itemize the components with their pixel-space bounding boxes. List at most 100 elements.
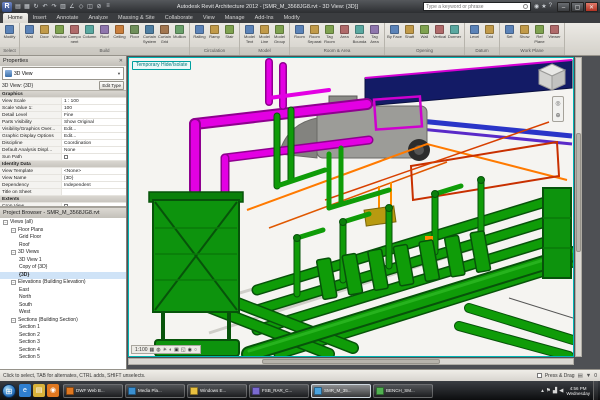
tool-curtain-grid[interactable]: Curtain Grid: [157, 24, 172, 44]
tool-ref-plane[interactable]: Ref Plane: [532, 24, 547, 44]
tree-expand-icon[interactable]: −: [11, 228, 16, 233]
tool-wall[interactable]: Wall: [22, 24, 37, 44]
tool-vertical[interactable]: Vertical: [432, 24, 447, 44]
property-row-graphic-display-options[interactable]: Graphic Display OptionsEdit...: [0, 133, 126, 140]
property-row-scale-value-1[interactable]: Scale Value 1:100: [0, 105, 126, 112]
ribbon-tab-analyze[interactable]: Analyze: [83, 13, 113, 23]
temp-hide-isolate-icon[interactable]: ◉: [188, 347, 192, 353]
sync-icon[interactable]: ↻: [32, 3, 40, 10]
property-row-parts-visibility[interactable]: Parts VisibilityShow Original: [0, 119, 126, 126]
steering-wheel-icon[interactable]: ◎: [555, 100, 560, 107]
horizontal-scroll-thumb[interactable]: [262, 359, 440, 364]
tool-level[interactable]: Level: [467, 24, 482, 44]
save-icon[interactable]: ▦: [23, 3, 31, 10]
taskbar-button-bench-sm[interactable]: BENCH_SM...: [373, 384, 433, 398]
property-checkbox[interactable]: [64, 155, 68, 159]
property-value[interactable]: [62, 203, 126, 206]
property-row-view-scale[interactable]: View Scale1 : 100: [0, 98, 126, 105]
chevron-down-icon[interactable]: ▼: [117, 71, 121, 76]
ribbon-tab-insert[interactable]: Insert: [28, 13, 52, 23]
tool-model-group[interactable]: Model Group: [272, 24, 287, 44]
tool-room-separator[interactable]: Room Separator: [307, 24, 322, 44]
reveal-hidden-icon[interactable]: ○: [194, 347, 197, 353]
ribbon-group-label-circulation[interactable]: Circulation: [190, 47, 239, 55]
search-input[interactable]: [426, 4, 523, 10]
property-value[interactable]: Coordination: [62, 140, 126, 146]
search-icon[interactable]: [523, 4, 528, 9]
property-row-view-template[interactable]: View Template<None>: [0, 168, 126, 175]
ribbon-tab-massing-site[interactable]: Massing & Site: [113, 13, 160, 23]
tool-model-line[interactable]: Model Line: [257, 24, 272, 44]
default-3d-view-icon[interactable]: ◫: [86, 3, 94, 10]
property-value[interactable]: Fine: [62, 112, 126, 118]
tool-area[interactable]: Area: [337, 24, 352, 44]
property-value[interactable]: Independent: [62, 182, 126, 188]
type-selector[interactable]: 3D View ▼: [2, 67, 124, 80]
edit-type-button[interactable]: Edit Type: [99, 81, 124, 90]
action-center-icon[interactable]: ⚑: [546, 388, 551, 394]
explorer-icon[interactable]: ▤: [33, 384, 45, 397]
tree-expand-icon[interactable]: −: [3, 220, 8, 225]
redo-icon[interactable]: ↷: [50, 3, 58, 10]
navigation-bar[interactable]: ◎ ⊕: [552, 96, 564, 122]
tree-item-3d-view-1[interactable]: 3D View 1: [0, 257, 126, 265]
tree-item-elevations-building-elevation[interactable]: −Elevations (Building Elevation): [0, 279, 126, 287]
properties-close-icon[interactable]: ✕: [119, 56, 123, 66]
media-player-icon[interactable]: ◉: [47, 384, 59, 397]
tool-roof[interactable]: Roof: [97, 24, 112, 44]
taskbar-button-windows-e[interactable]: Windows E...: [187, 384, 247, 398]
property-row-detail-level[interactable]: Detail LevelFine: [0, 112, 126, 119]
tree-item-roof[interactable]: Roof: [0, 242, 126, 250]
sign-in-icon[interactable]: ◉: [534, 3, 539, 10]
close-button[interactable]: ✕: [585, 2, 598, 12]
ribbon-group-label-opening[interactable]: Opening: [385, 47, 464, 55]
tree-item-north[interactable]: North: [0, 294, 126, 302]
tool-grid[interactable]: Grid: [482, 24, 497, 44]
tool-tag-room[interactable]: Tag Room: [322, 24, 337, 44]
ribbon-tab-manage[interactable]: Manage: [220, 13, 250, 23]
tree-item-sections-building-section[interactable]: −Sections (Building Section): [0, 317, 126, 325]
tool-shaft[interactable]: Shaft: [402, 24, 417, 44]
tool-window[interactable]: Window: [52, 24, 67, 44]
tool-ramp[interactable]: Ramp: [207, 24, 222, 44]
tool-set[interactable]: Set: [502, 24, 517, 44]
property-row-identity-data[interactable]: Identity Data: [0, 161, 126, 168]
detail-level-icon[interactable]: ▦: [150, 347, 155, 353]
tool-curtain-system[interactable]: Curtain System: [142, 24, 157, 44]
tool-mullion[interactable]: Mullion: [172, 24, 187, 44]
tool-component[interactable]: Component: [67, 24, 82, 44]
tool-dormer[interactable]: Dormer: [447, 24, 462, 44]
network-icon[interactable]: ▟: [553, 388, 557, 394]
tree-item-copy-of-3d[interactable]: Copy of {3D}: [0, 264, 126, 272]
scale-control[interactable]: 1:100: [135, 347, 148, 353]
taskbar-button-media-pla[interactable]: Media Pla...: [125, 384, 185, 398]
tree-item-east[interactable]: East: [0, 287, 126, 295]
open-icon[interactable]: ▤: [14, 3, 22, 10]
measure-icon[interactable]: ∠: [68, 3, 76, 10]
zoom-icon[interactable]: ⊕: [555, 112, 560, 119]
property-value[interactable]: [62, 189, 126, 195]
taskbar-clock[interactable]: 4:56 PM Wednesday: [566, 386, 590, 396]
ribbon-group-label-work-plane[interactable]: Work Plane: [500, 47, 564, 55]
horizontal-scrollbar[interactable]: [128, 358, 574, 365]
tree-item-section-1[interactable]: Section 1: [0, 324, 126, 332]
tree-item-grid-floor[interactable]: Grid Floor: [0, 234, 126, 242]
tool-viewer[interactable]: Viewer: [547, 24, 562, 44]
tree-item-section-5[interactable]: Section 5: [0, 354, 126, 362]
vertical-scrollbar[interactable]: [575, 57, 582, 357]
taskbar-button-fsb-rar-c[interactable]: FSB_RAR_C...: [249, 384, 309, 398]
undo-icon[interactable]: ↶: [41, 3, 49, 10]
tool-by-face[interactable]: By Face: [387, 24, 402, 44]
show-desktop-button[interactable]: [593, 381, 598, 400]
tree-item-west[interactable]: West: [0, 309, 126, 317]
property-value[interactable]: {3D}: [62, 175, 126, 181]
tree-item-section-3[interactable]: Section 3: [0, 339, 126, 347]
selection-filter-icon[interactable]: ▼: [586, 373, 591, 379]
minimize-button[interactable]: –: [557, 2, 570, 12]
property-row-title-on-sheet[interactable]: Title on Sheet: [0, 189, 126, 196]
tool-tag-area[interactable]: Tag Area: [367, 24, 382, 44]
property-value[interactable]: Edit...: [62, 133, 126, 139]
tree-expand-icon[interactable]: −: [11, 318, 16, 323]
tree-item-section-2[interactable]: Section 2: [0, 332, 126, 340]
property-row-view-name[interactable]: View Name{3D}: [0, 175, 126, 182]
